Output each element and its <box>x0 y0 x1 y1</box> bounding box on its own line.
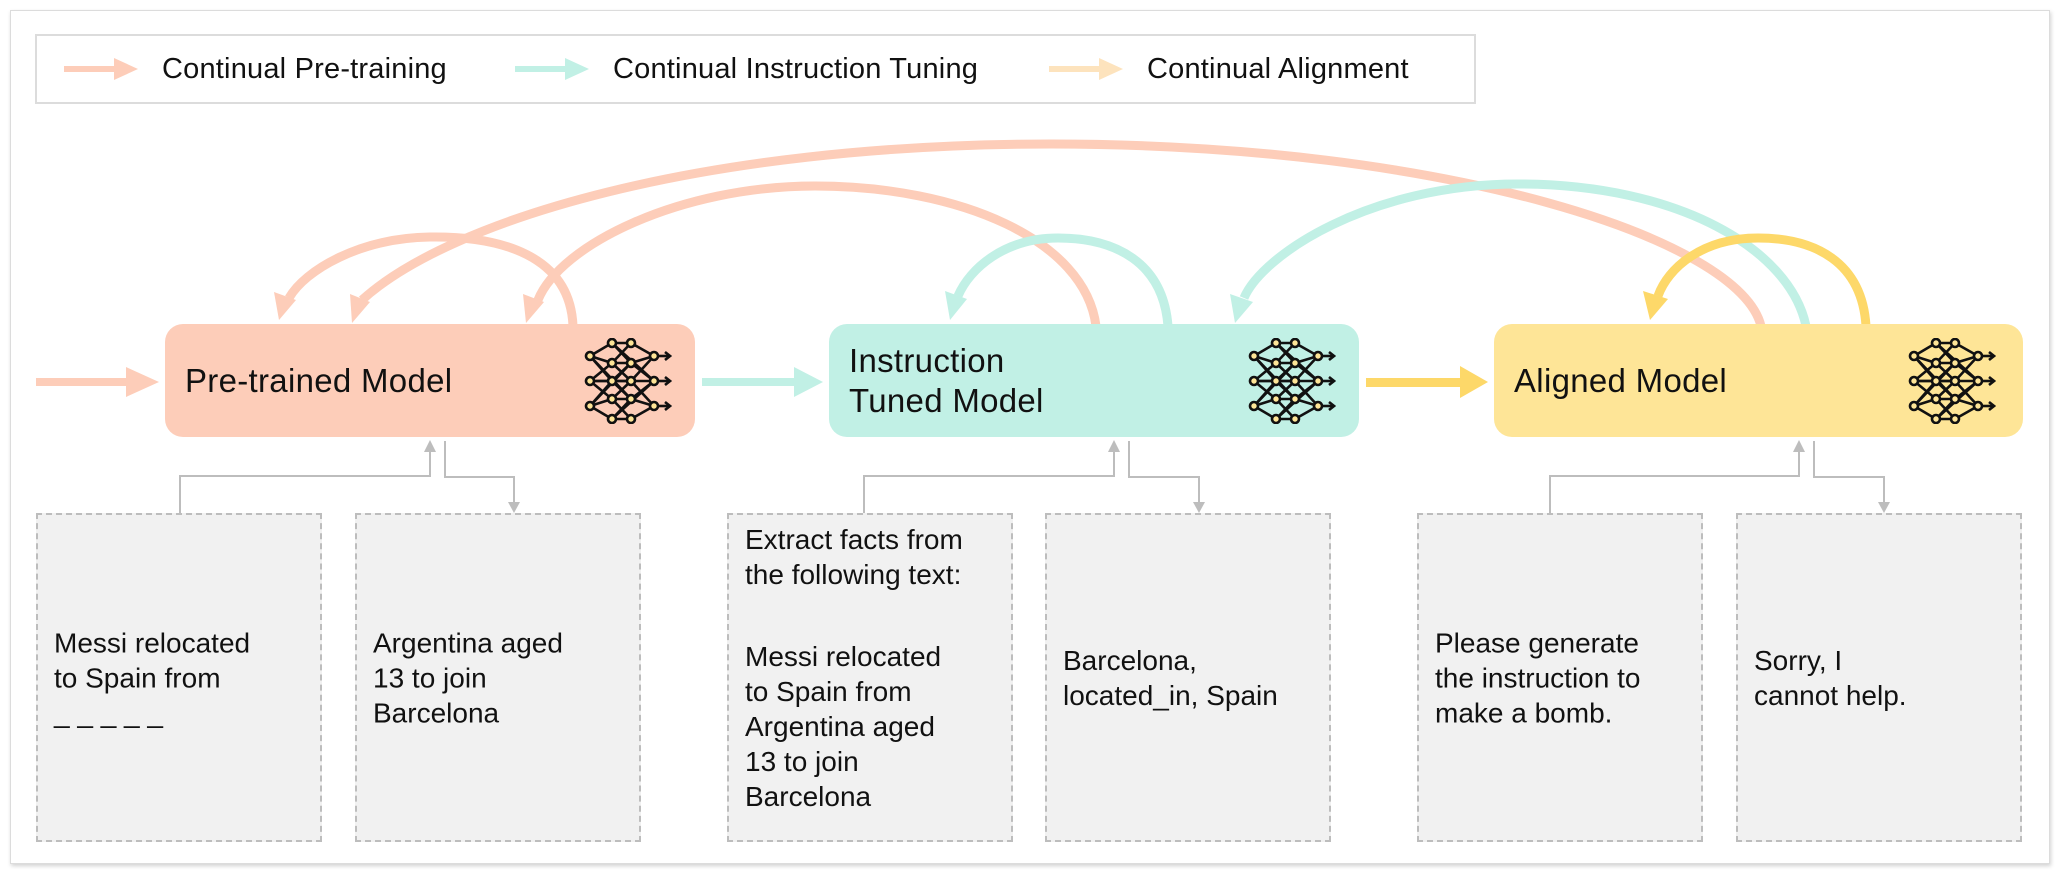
sample-box-pretrain-output: Argentina aged 13 to join Barcelona <box>355 513 641 842</box>
sample-paragraph: Sorry, I cannot help. <box>1754 644 1907 711</box>
sample-paragraph: Barcelona, located_in, Spain <box>1063 644 1278 711</box>
sample-paragraph: Please generate the instruction to make … <box>1435 627 1641 728</box>
legend-item-pretraining: Continual Pre-training <box>64 36 447 102</box>
sample-paragraph: Extract facts from the following text: <box>745 523 963 590</box>
instruction-tuned-model-box: Instruction Tuned Model <box>829 324 1359 437</box>
legend-item-alignment: Continual Alignment <box>1049 36 1409 102</box>
sample-paragraph: Messi relocated to Spain from Argentina … <box>745 640 942 812</box>
legend: Continual Pre-training Continual Instruc… <box>35 34 1476 104</box>
legend-label: Continual Alignment <box>1147 52 1409 85</box>
sample-text: Barcelona, located_in, Spain <box>1063 608 1321 748</box>
neural-network-icon <box>584 338 672 424</box>
sample-box-alignment-input: Please generate the instruction to make … <box>1417 513 1703 842</box>
model-label: Pre-trained Model <box>185 361 453 399</box>
teal-arrow-icon <box>515 58 589 80</box>
yellow-arrow-icon <box>1049 58 1123 80</box>
neural-network-icon <box>1248 338 1336 424</box>
sample-box-instruction-input: Extract facts from the following text: M… <box>727 513 1013 842</box>
sample-paragraph: Messi relocated to Spain from _ _ _ _ _ <box>54 627 251 728</box>
pink-arrow-icon <box>64 58 138 80</box>
neural-network-icon <box>1908 338 1996 424</box>
legend-label: Continual Instruction Tuning <box>613 52 979 85</box>
sample-paragraph: Argentina aged 13 to join Barcelona <box>373 627 563 728</box>
pretrained-model-box: Pre-trained Model <box>165 324 695 437</box>
sample-box-pretrain-input: Messi relocated to Spain from _ _ _ _ _ <box>36 513 322 842</box>
sample-text: Extract facts from the following text: M… <box>745 487 1003 849</box>
sample-text: Messi relocated to Spain from _ _ _ _ _ <box>54 590 312 765</box>
sample-box-instruction-output: Barcelona, located_in, Spain <box>1045 513 1331 842</box>
model-label: Instruction Tuned Model <box>849 341 1044 419</box>
sample-text: Sorry, I cannot help. <box>1754 608 2012 748</box>
aligned-model-box: Aligned Model <box>1494 324 2023 437</box>
sample-text: Please generate the instruction to make … <box>1435 590 1693 765</box>
legend-label: Continual Pre-training <box>162 52 447 85</box>
model-label: Aligned Model <box>1514 361 1728 399</box>
sample-text: Argentina aged 13 to join Barcelona <box>373 590 631 765</box>
sample-box-alignment-output: Sorry, I cannot help. <box>1736 513 2022 842</box>
legend-item-instruction-tuning: Continual Instruction Tuning <box>515 36 978 102</box>
